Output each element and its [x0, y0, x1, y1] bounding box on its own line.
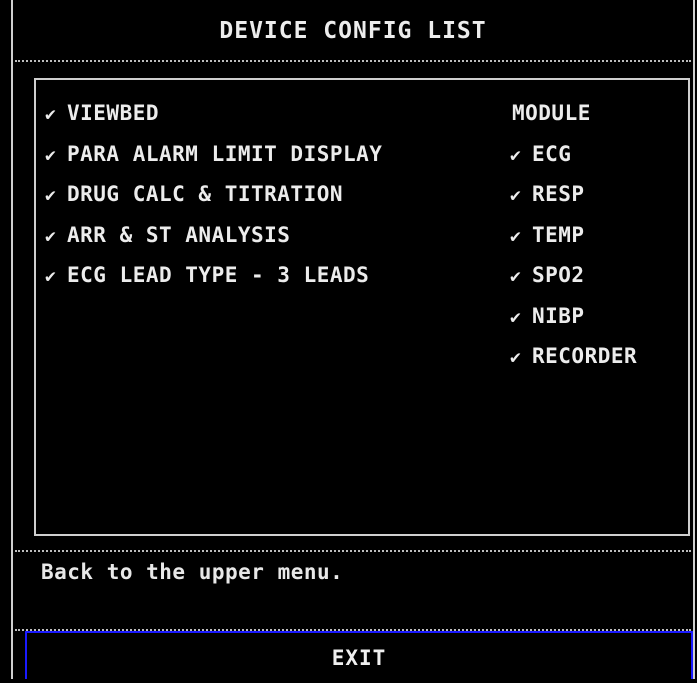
page-title: DEVICE CONFIG LIST [219, 18, 487, 44]
check-icon: ✔ [45, 225, 57, 247]
check-icon: ✔ [510, 225, 522, 247]
exit-button[interactable]: EXIT [25, 631, 693, 679]
list-item-viewbed: ✔ VIEWBED [45, 93, 382, 134]
list-item-arr-st-analysis: ✔ ARR & ST ANALYSIS [45, 215, 382, 256]
check-icon: ✔ [45, 266, 57, 287]
status-divider [15, 550, 691, 552]
list-item-ecg-lead-type: ✔ ECG LEAD TYPE - 3 LEADS [45, 255, 382, 296]
module-label: RESP [532, 182, 585, 206]
feature-list: ✔ VIEWBED ✔ PARA ALARM LIMIT DISPLAY ✔ DRUG… [45, 93, 382, 296]
module-header: MODULE [512, 101, 591, 125]
module-item-recorder: ✔ RECORDER [510, 336, 637, 377]
module-item-temp: ✔ TEMP [510, 215, 637, 256]
feature-label: PARA ALARM LIMIT DISPLAY [67, 141, 383, 166]
title-divider [15, 60, 691, 62]
module-label: NIBP [532, 303, 585, 328]
module-label: ECG [532, 141, 572, 166]
module-item-spo2: ✔ SPO2 [510, 255, 637, 296]
module-list: MODULE ✔ ECG ✔ RESP ✔ TEMP ✔ SPO2 ✔ NIBP ✔ REC… [510, 93, 637, 377]
config-list-panel: ✔ VIEWBED ✔ PARA ALARM LIMIT DISPLAY ✔ DRUG… [34, 78, 690, 536]
module-item-nibp: ✔ NIBP [510, 296, 637, 337]
module-label: TEMP [532, 222, 585, 247]
module-item-resp: ✔ RESP [510, 174, 637, 215]
feature-label: ARR & ST ANALYSIS [67, 222, 291, 247]
check-icon: ✔ [45, 104, 57, 125]
check-icon: ✔ [45, 185, 57, 206]
feature-label: VIEWBED [67, 101, 160, 125]
list-item-para-alarm-limit-display: ✔ PARA ALARM LIMIT DISPLAY [45, 134, 382, 175]
check-icon: ✔ [510, 306, 522, 328]
device-config-window: DEVICE CONFIG LIST ✔ VIEWBED ✔ PARA ALARM … [11, 0, 695, 679]
check-icon: ✔ [45, 144, 57, 166]
check-icon: ✔ [510, 185, 522, 206]
module-label: SPO2 [532, 263, 585, 287]
module-item-ecg: ✔ ECG [510, 134, 637, 175]
check-icon: ✔ [510, 347, 522, 368]
feature-label: DRUG CALC & TITRATION [67, 182, 344, 206]
status-help-text: Back to the upper menu. [41, 560, 344, 584]
list-item-drug-calc-titration: ✔ DRUG CALC & TITRATION [45, 174, 382, 215]
check-icon: ✔ [510, 266, 522, 287]
module-label: RECORDER [532, 344, 638, 368]
feature-label: ECG LEAD TYPE - 3 LEADS [67, 263, 370, 287]
check-icon: ✔ [510, 144, 522, 166]
